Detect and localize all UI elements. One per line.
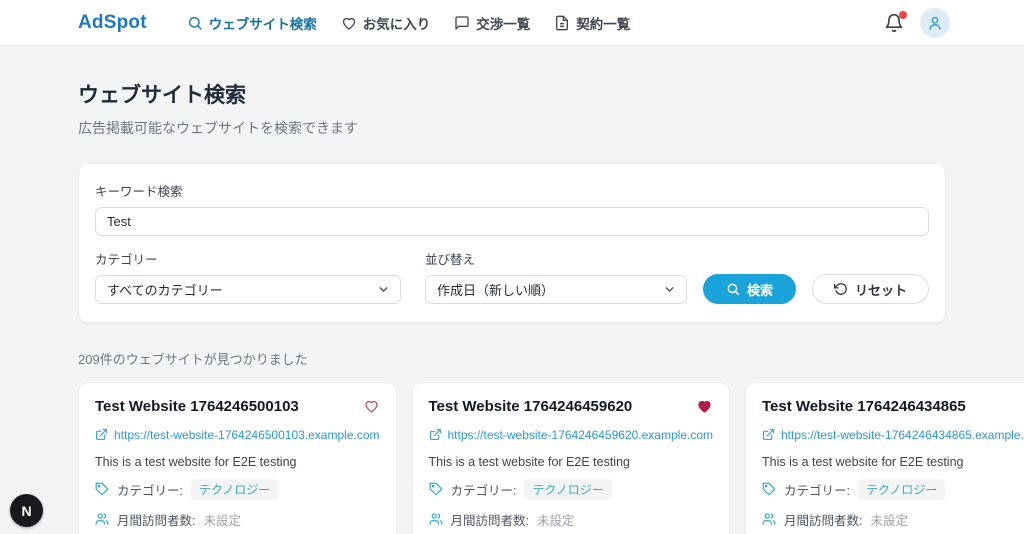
nav-item-label: 交渉一覧	[476, 13, 530, 33]
heart-icon	[363, 398, 380, 414]
visitors-value: 未設定	[203, 510, 241, 529]
category-value: テクノロジー	[191, 479, 278, 500]
sort-select[interactable]: 作成日（新しい順）	[425, 275, 687, 304]
category-row: カテゴリー: テクノロジー	[762, 479, 1024, 500]
person-icon	[927, 15, 943, 31]
nav-item-negotiations[interactable]: 交渉一覧	[454, 13, 530, 33]
website-card: Test Website 1764246434865 https://test-…	[745, 382, 1024, 534]
nav-item-label: ウェブサイト検索	[209, 13, 317, 33]
search-icon	[187, 15, 203, 31]
visitors-value: 未設定	[537, 510, 575, 529]
website-description: This is a test website for E2E testing	[95, 455, 380, 469]
dev-tools-badge[interactable]: N	[10, 494, 43, 527]
visitors-label: 月間訪問者数:	[117, 510, 195, 529]
website-title: Test Website 1764246500103	[95, 398, 299, 417]
notifications-button[interactable]	[884, 13, 904, 33]
visitors-label: 月間訪問者数:	[784, 510, 862, 529]
external-link-icon	[95, 428, 108, 441]
nav-item-label: お気に入り	[363, 13, 431, 33]
chevron-down-icon	[377, 283, 390, 296]
favorite-button[interactable]	[363, 398, 380, 414]
sort-selected-value: 作成日（新しい順）	[437, 280, 554, 299]
category-row: カテゴリー: テクノロジー	[95, 479, 380, 500]
website-link[interactable]: https://test-website-1764246459620.examp…	[429, 428, 714, 442]
search-button-label: 検索	[747, 280, 773, 299]
website-description: This is a test website for E2E testing	[762, 455, 1024, 469]
tag-icon	[429, 482, 443, 496]
category-label: カテゴリー	[95, 249, 401, 268]
visitors-row: 月間訪問者数: 未設定	[429, 510, 714, 529]
heart-icon	[696, 398, 713, 414]
nav-item-website-search[interactable]: ウェブサイト検索	[187, 13, 317, 33]
website-url: https://test-website-1764246434865.examp…	[781, 428, 1024, 442]
search-form-card: キーワード検索 カテゴリー すべてのカテゴリー 並び替え 作成日（新しい順） 検…	[78, 163, 946, 323]
notification-dot	[899, 11, 907, 19]
website-card: Test Website 1764246459620 https://test-…	[412, 382, 731, 534]
users-icon	[429, 512, 443, 526]
website-link[interactable]: https://test-website-1764246500103.examp…	[95, 428, 380, 442]
website-url: https://test-website-1764246459620.examp…	[448, 428, 714, 442]
tag-icon	[762, 482, 776, 496]
nav-item-favorites[interactable]: お気に入り	[341, 13, 431, 33]
page-subtitle: 広告掲載可能なウェブサイトを検索できます	[78, 118, 946, 138]
page-title: ウェブサイト検索	[78, 79, 946, 109]
user-avatar[interactable]	[920, 8, 950, 38]
keyword-label: キーワード検索	[95, 181, 929, 200]
category-label: カテゴリー:	[451, 480, 517, 499]
visitors-row: 月間訪問者数: 未設定	[95, 510, 380, 529]
category-label: カテゴリー:	[784, 480, 850, 499]
main-content: ウェブサイト検索 広告掲載可能なウェブサイトを検索できます キーワード検索 カテ…	[0, 46, 1024, 534]
navbar: AdSpot ウェブサイト検索 お気に入り 交渉一覧 契約一覧	[0, 0, 1024, 46]
users-icon	[95, 512, 109, 526]
website-url: https://test-website-1764246500103.examp…	[114, 428, 380, 442]
nav-right	[884, 8, 950, 38]
keyword-input[interactable]	[95, 207, 929, 236]
sort-label: 並び替え	[425, 249, 687, 268]
website-description: This is a test website for E2E testing	[429, 455, 714, 469]
category-select[interactable]: すべてのカテゴリー	[95, 275, 401, 304]
external-link-icon	[429, 428, 442, 441]
category-label: カテゴリー:	[117, 480, 183, 499]
brand-logo[interactable]: AdSpot	[78, 12, 147, 34]
website-card: Test Website 1764246500103 https://test-…	[78, 382, 397, 534]
website-title: Test Website 1764246459620	[429, 398, 633, 417]
document-icon	[554, 15, 570, 31]
category-selected-value: すべてのカテゴリー	[107, 280, 223, 299]
results-grid: Test Website 1764246500103 https://test-…	[78, 382, 946, 534]
reset-icon	[834, 282, 848, 296]
chevron-down-icon	[663, 283, 676, 296]
heart-icon	[341, 15, 357, 31]
visitors-label: 月間訪問者数:	[451, 510, 529, 529]
search-icon	[726, 282, 740, 296]
results-count: 209件のウェブサイトが見つかりました	[78, 349, 946, 368]
chat-icon	[454, 15, 470, 31]
category-row: カテゴリー: テクノロジー	[429, 479, 714, 500]
main-nav: ウェブサイト検索 お気に入り 交渉一覧 契約一覧	[187, 13, 631, 33]
website-title: Test Website 1764246434865	[762, 398, 966, 417]
reset-button-label: リセット	[855, 280, 907, 299]
favorite-button[interactable]	[696, 398, 713, 414]
reset-button[interactable]: リセット	[812, 274, 929, 304]
users-icon	[762, 512, 776, 526]
website-link[interactable]: https://test-website-1764246434865.examp…	[762, 428, 1024, 442]
external-link-icon	[762, 428, 775, 441]
nav-item-label: 契約一覧	[576, 13, 630, 33]
category-value: テクノロジー	[524, 479, 611, 500]
search-button[interactable]: 検索	[703, 274, 796, 304]
visitors-value: 未設定	[870, 510, 908, 529]
category-value: テクノロジー	[858, 479, 945, 500]
tag-icon	[95, 482, 109, 496]
visitors-row: 月間訪問者数: 未設定	[762, 510, 1024, 529]
nav-item-contracts[interactable]: 契約一覧	[554, 13, 630, 33]
